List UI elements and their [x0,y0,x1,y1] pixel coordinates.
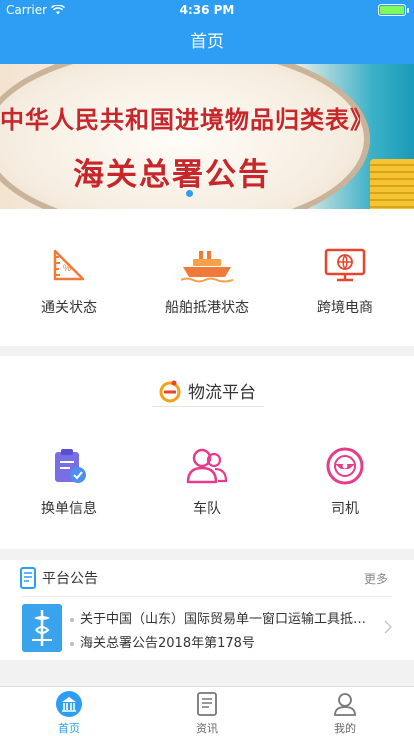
tab-label: 资讯 [196,722,218,735]
notice-title: 平台公告 [42,571,98,587]
status-time: 4:36 PM [179,3,235,17]
notice-icon [20,567,36,589]
banner-subheadline: 海关总署公告 [73,157,271,193]
quick-link-label: 跨境电商 [317,300,373,316]
clipboard-check-icon [43,446,95,486]
logistics-logo-icon [159,380,181,402]
svg-text:%: % [63,263,71,273]
notice-header: 平台公告 更多 [0,560,414,596]
status-bar: Carrier 4:36 PM [0,0,414,20]
carousel-indicator[interactable] [186,190,193,197]
tab-label: 我的 [334,722,356,735]
quick-link-ship-arrival[interactable]: 船舶抵港状态 [138,245,276,317]
battery-icon [378,4,409,16]
banner-headline: 中华人民共和国进境物品归类表》 [0,106,360,134]
tab-home[interactable]: 首页 [0,687,138,736]
notice-item[interactable]: 关于中国（山东）国际贸易单一窗口运输工具抵… [70,608,370,627]
notice-section: 平台公告 更多 关于中国（山东）国际贸易单一窗口运输工具抵… 海关总署公告201… [0,560,414,660]
steering-wheel-icon [319,446,371,486]
chevron-right-icon[interactable] [384,620,392,634]
logistics-item-label: 车队 [193,501,221,517]
news-icon [197,692,217,716]
tab-profile[interactable]: 我的 [276,687,414,736]
logistics-title: 物流平台 [188,383,256,403]
coins-image [370,159,414,209]
divider [22,596,392,597]
logistics-section: 物流平台 换单信息 车队 司机 [0,356,414,549]
logistics-item-exchange[interactable]: 换单信息 [0,446,138,518]
logistics-item-driver[interactable]: 司机 [276,446,414,518]
ship-icon [181,245,233,285]
quick-link-label: 船舶抵港状态 [165,300,249,316]
quick-link-cross-border[interactable]: 跨境电商 [276,245,414,317]
page-title: 首页 [190,32,224,52]
divider [152,406,264,407]
logistics-header: 物流平台 [0,378,414,403]
monitor-globe-icon [319,245,371,285]
quick-link-clearance[interactable]: % 通关状态 [0,245,138,317]
tab-label: 首页 [58,722,80,735]
quick-links-section: % 通关状态 船舶抵港状态 跨境电商 [0,209,414,346]
customs-emblem-image [22,604,62,652]
more-link[interactable]: 更多 [364,570,388,587]
user-icon [334,693,356,716]
notice-item[interactable]: 海关总署公告2018年第178号 [70,632,370,651]
top-bar: Carrier 4:36 PM 首页 [0,0,414,64]
quick-link-label: 通关状态 [41,300,97,316]
tab-bar: 首页 资讯 我的 [0,686,414,736]
banner-carousel[interactable]: 中华人民共和国进境物品归类表》 海关总署公告 [0,64,414,209]
logistics-item-label: 司机 [331,501,359,517]
clearance-status-icon: % [43,245,95,285]
people-icon [181,446,233,486]
logistics-item-fleet[interactable]: 车队 [138,446,276,518]
home-icon [56,691,82,717]
logistics-item-label: 换单信息 [41,501,97,517]
tab-news[interactable]: 资讯 [138,687,276,736]
